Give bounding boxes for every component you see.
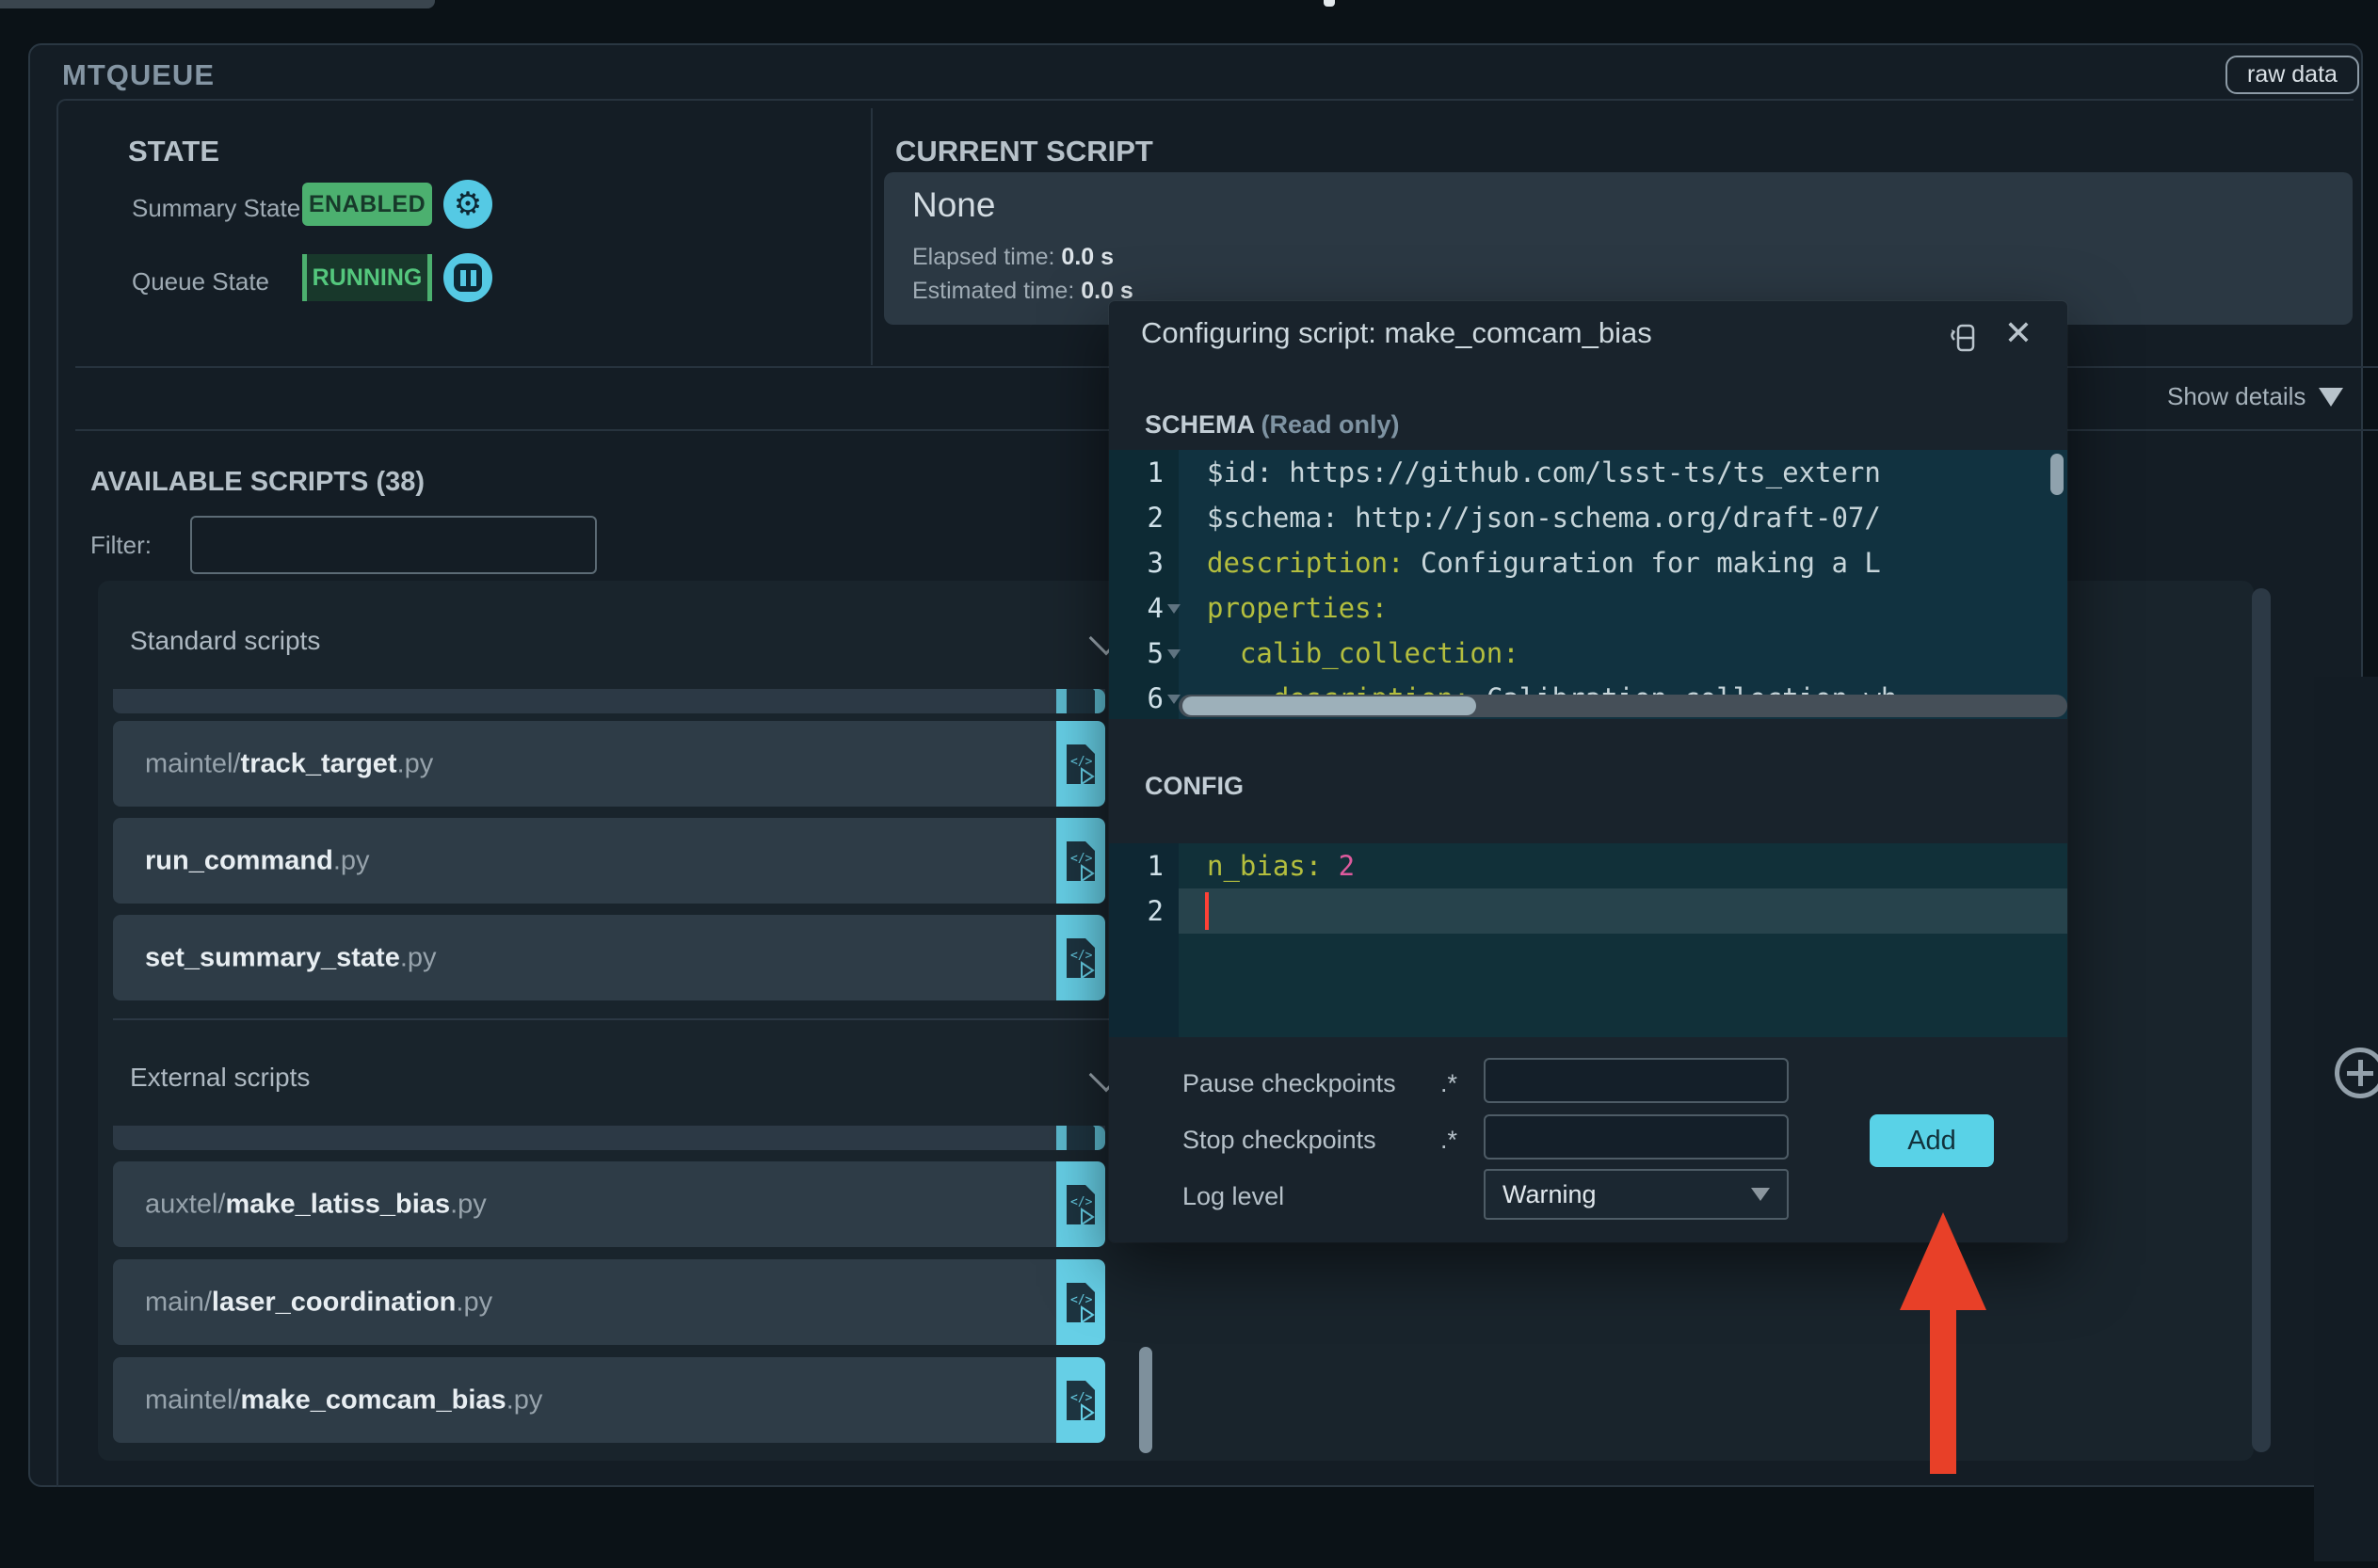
fold-icon <box>1167 649 1181 659</box>
launch-script-icon[interactable] <box>1056 689 1105 713</box>
log-level-label: Log level <box>1182 1182 1285 1210</box>
launch-script-icon[interactable]: </> <box>1056 818 1105 904</box>
current-script-heading: CURRENT SCRIPT <box>895 135 1153 168</box>
script-row-clipped[interactable]: auxtel/latiss_cwfs_align.py <box>113 1126 1105 1150</box>
screen: MTQUEUE raw data STATE Summary State ENA… <box>0 0 2378 1568</box>
circle-plus-icon[interactable] <box>2335 1048 2378 1098</box>
pause-checkpoints-label: Pause checkpoints <box>1182 1069 1396 1097</box>
restore-window-icon[interactable] <box>1943 318 1983 358</box>
section-divider <box>113 1018 1152 1020</box>
svg-text:</>: </> <box>1070 1195 1093 1209</box>
column-divider <box>871 108 873 365</box>
summary-state-settings-button[interactable]: ⚙ <box>443 180 492 229</box>
gear-icon: ⚙ <box>453 186 483 222</box>
fold-icon <box>1167 604 1181 614</box>
launch-script-icon[interactable]: </> <box>1056 915 1105 1000</box>
top-chrome-icon <box>1324 0 1335 7</box>
text-cursor <box>1205 892 1209 930</box>
configure-script-modal: Configuring script: make_comcam_bias ✕ S… <box>1109 301 2067 1242</box>
launch-script-icon[interactable]: </> <box>1056 1161 1105 1247</box>
config-heading: CONFIG <box>1145 772 1244 800</box>
schema-code-editor[interactable]: 1 $id: https://github.com/lsst-ts/ts_exte… <box>1109 450 2067 719</box>
launch-script-icon[interactable] <box>1056 1126 1105 1150</box>
schema-heading: SCHEMA (Read only) <box>1145 410 1400 439</box>
stop-checkpoints-input[interactable] <box>1484 1114 1789 1160</box>
state-heading: STATE <box>128 135 220 168</box>
config-code-editor[interactable]: 1 n_bias: 2 2 <box>1109 843 2067 1037</box>
pause-queue-button[interactable] <box>443 253 492 302</box>
standard-scripts-heading: Standard scripts <box>130 626 321 655</box>
launch-script-icon[interactable]: </> <box>1056 1357 1105 1443</box>
select-caret-icon <box>1751 1188 1770 1201</box>
svg-text:</>: </> <box>1070 755 1093 769</box>
svg-text:</>: </> <box>1070 1391 1093 1405</box>
script-row[interactable]: run_command.py </> <box>113 818 1105 904</box>
pause-icon <box>454 264 482 292</box>
available-scripts-heading: AVAILABLE SCRIPTS (38) <box>90 467 426 497</box>
filter-input[interactable] <box>190 516 597 574</box>
elapsed-time: Elapsed time: 0.0 s <box>912 244 1115 270</box>
script-row[interactable]: maintel/make_comcam_bias.py </> <box>113 1357 1105 1443</box>
script-row-clipped[interactable]: maintel/track_target_and_take_image.py <box>113 689 1105 713</box>
script-row[interactable]: auxtel/make_latiss_bias.py </> <box>113 1161 1105 1247</box>
modal-title: Configuring script: make_comcam_bias <box>1141 316 1652 349</box>
show-details-toggle[interactable]: Show details <box>2167 382 2344 411</box>
estimated-time: Estimated time: 0.0 s <box>912 278 1133 304</box>
right-gutter <box>2314 677 2378 1561</box>
script-row[interactable]: maintel/track_target.py </> <box>113 721 1105 807</box>
annotation-arrow-up <box>1900 1212 1986 1476</box>
raw-data-button[interactable]: raw data <box>2225 56 2359 94</box>
script-row[interactable]: set_summary_state.py </> <box>113 915 1105 1000</box>
log-level-select[interactable]: Warning <box>1484 1169 1789 1220</box>
filter-label: Filter: <box>90 531 152 559</box>
launch-script-icon[interactable]: </> <box>1056 1259 1105 1345</box>
add-button[interactable]: Add <box>1870 1114 1994 1167</box>
horizontal-scrollbar[interactable] <box>1179 695 2067 717</box>
triangle-down-icon <box>2319 387 2344 407</box>
launch-script-icon[interactable]: </> <box>1056 721 1105 807</box>
queue-state-label: Queue State <box>132 267 269 296</box>
svg-text:</>: </> <box>1070 852 1093 866</box>
svg-text:</>: </> <box>1070 949 1093 963</box>
scripts-container-scrollbar[interactable] <box>2252 588 2271 1452</box>
stop-checkpoints-pattern: .* <box>1440 1126 1458 1154</box>
svg-text:</>: </> <box>1070 1293 1093 1307</box>
horizontal-scrollbar-thumb[interactable] <box>1182 696 1476 715</box>
queue-state-badge: RUNNING <box>302 254 432 301</box>
script-row[interactable]: main/laser_coordination.py </> <box>113 1259 1105 1345</box>
vertical-scrollbar-thumb[interactable] <box>2050 454 2064 495</box>
summary-state-badge: ENABLED <box>302 183 432 226</box>
summary-state-label: Summary State <box>132 194 301 222</box>
pause-checkpoints-input[interactable] <box>1484 1058 1789 1103</box>
panel-title: MTQUEUE <box>62 58 215 91</box>
pause-checkpoints-pattern: .* <box>1440 1069 1458 1097</box>
external-list-scrollbar-thumb[interactable] <box>1139 1347 1152 1453</box>
external-scripts-heading: External scripts <box>130 1063 311 1092</box>
stop-checkpoints-label: Stop checkpoints <box>1182 1126 1376 1154</box>
current-script-name: None <box>912 185 996 224</box>
close-icon[interactable]: ✕ <box>1998 312 2039 354</box>
browser-tab-strip <box>0 0 435 8</box>
